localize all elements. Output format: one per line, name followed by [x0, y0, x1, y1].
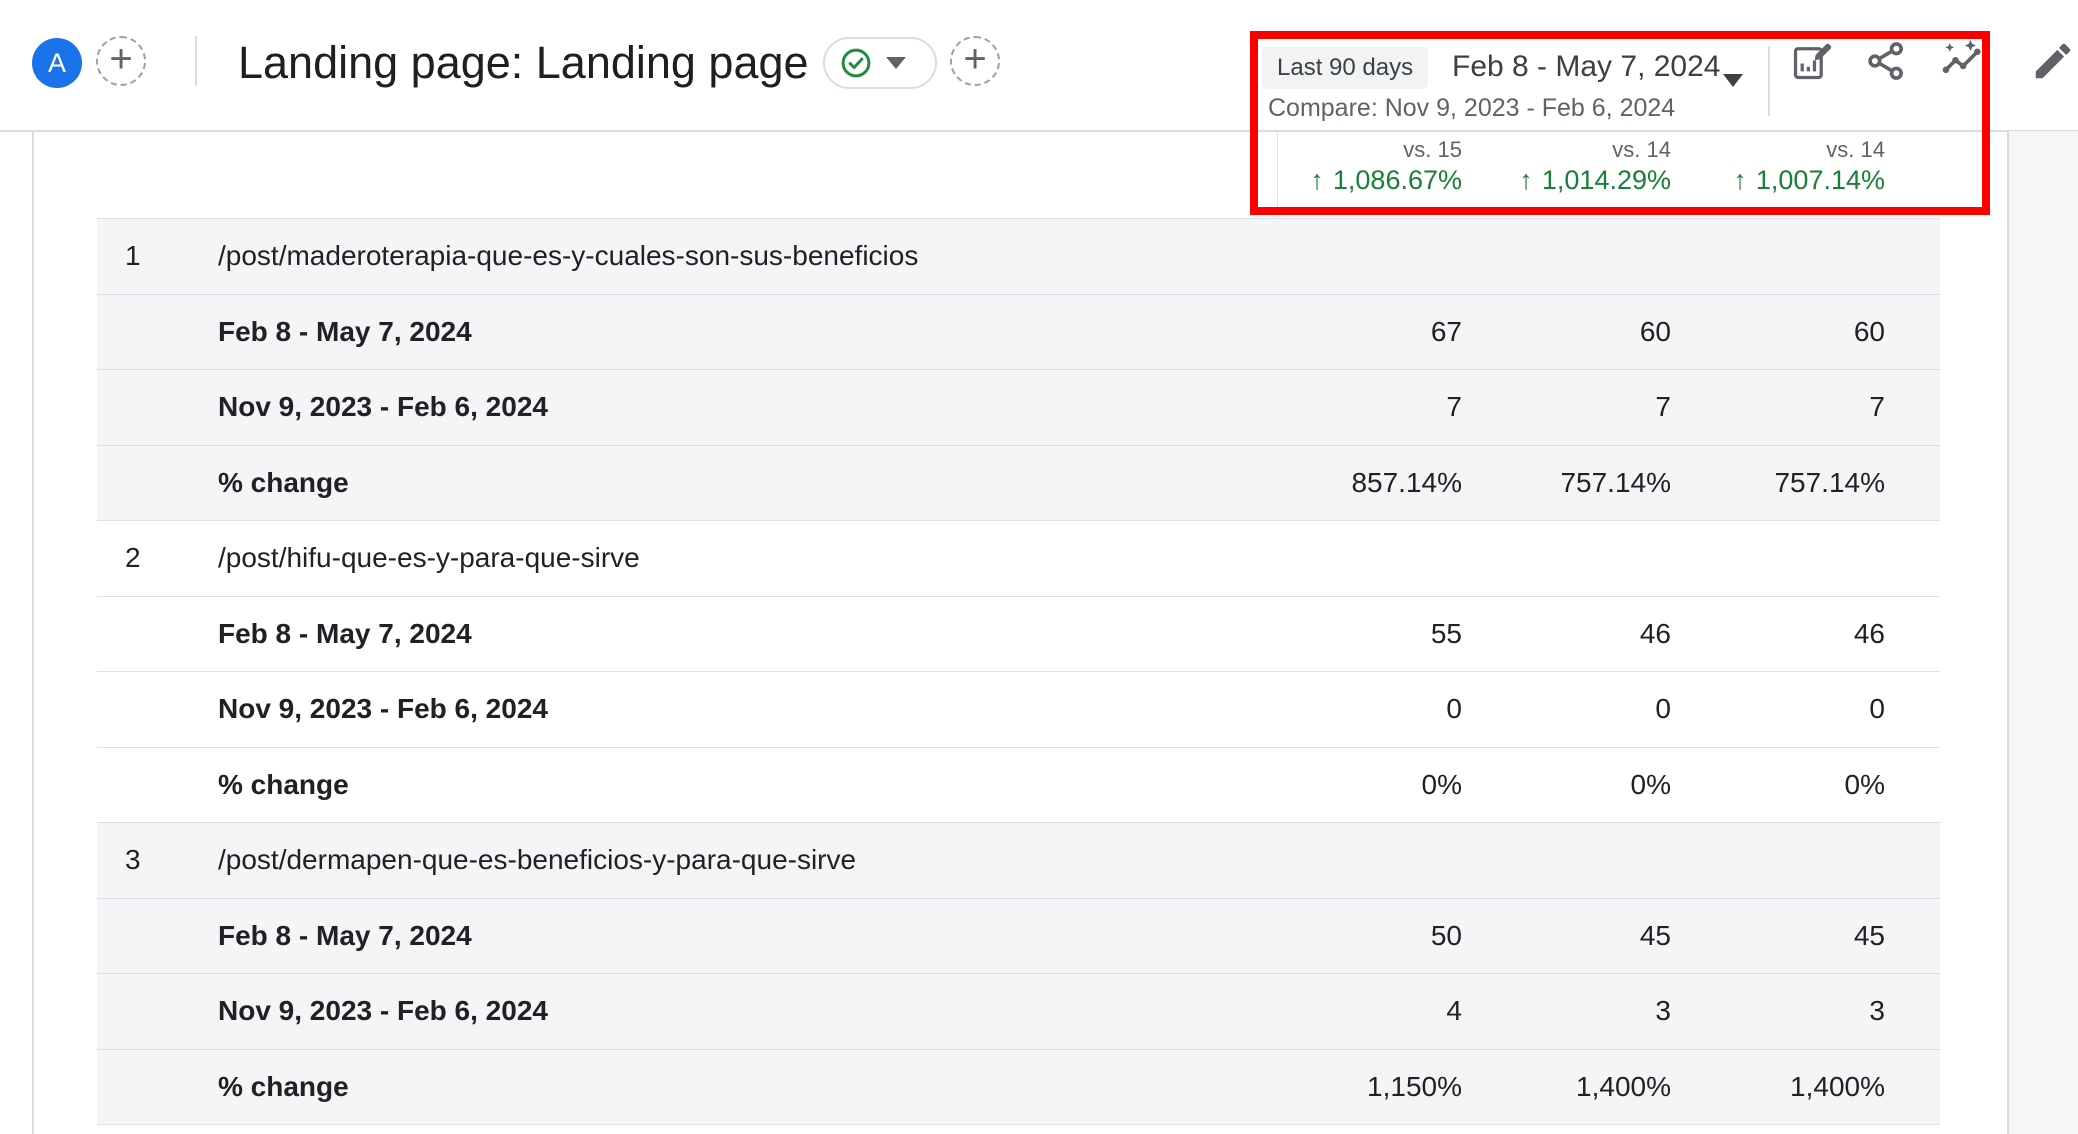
metric-value: 46: [1482, 618, 1692, 650]
check-circle-icon: [838, 45, 874, 81]
totals-vs-label: vs. 14: [1826, 137, 1885, 163]
period-label: Nov 9, 2023 - Feb 6, 2024: [218, 995, 1277, 1027]
period-label: Feb 8 - May 7, 2024: [218, 316, 1277, 348]
metric-value: 7: [1482, 391, 1692, 423]
metric-value: 757.14%: [1482, 467, 1692, 499]
metric-value: 7: [1692, 391, 1940, 423]
metric-value: 0: [1482, 693, 1692, 725]
metric-value: 7: [1277, 391, 1482, 423]
metric-value: 3: [1692, 995, 1940, 1027]
scrollbar-track[interactable]: [2007, 131, 2078, 1134]
table-row: % change 857.14% 757.14% 757.14%: [97, 445, 1940, 521]
table-row: % change 1,150% 1,400% 1,400%: [97, 1049, 1940, 1125]
period-label: Feb 8 - May 7, 2024: [218, 920, 1277, 952]
content-left-border: [32, 131, 34, 1134]
period-label: % change: [218, 1071, 1277, 1103]
period-label: Nov 9, 2023 - Feb 6, 2024: [218, 693, 1277, 725]
checkmark-dropdown-button[interactable]: [823, 37, 937, 89]
metric-value: 3: [1482, 995, 1692, 1027]
table-row: 1 /post/maderoterapia-que-es-y-cuales-so…: [97, 218, 1940, 294]
up-arrow-icon: ↑: [1733, 165, 1747, 195]
metric-value: 50: [1277, 920, 1482, 952]
metric-value: 1,150%: [1277, 1071, 1482, 1103]
date-range-text: Feb 8 - May 7, 2024: [1452, 45, 1720, 89]
date-preset-badge: Last 90 days: [1262, 47, 1428, 89]
period-label: % change: [218, 769, 1277, 801]
table-row: 3 /post/dermapen-que-es-beneficios-y-par…: [97, 822, 1940, 898]
metric-value: 0: [1277, 693, 1482, 725]
totals-change-value: ↑1,007.14%: [1733, 165, 1885, 196]
landing-page-path: /post/hifu-que-es-y-para-que-sirve: [218, 542, 1277, 574]
table-row: Feb 8 - May 7, 2024 67 60 60: [97, 294, 1940, 370]
header-bottom-border: [0, 130, 2078, 132]
toolbar-divider: [1768, 46, 1770, 116]
metric-value: 757.14%: [1692, 467, 1940, 499]
totals-vs-label: vs. 14: [1612, 137, 1671, 163]
metric-value: 60: [1482, 316, 1692, 348]
metric-value: 857.14%: [1277, 467, 1482, 499]
period-label: Feb 8 - May 7, 2024: [218, 618, 1277, 650]
table-row: [97, 1124, 1940, 1134]
metric-value: 60: [1692, 316, 1940, 348]
page-title: Landing page: Landing page: [238, 36, 809, 90]
customize-report-icon: [1789, 38, 1835, 84]
avatar-letter: A: [48, 48, 66, 79]
customize-report-button[interactable]: [1789, 38, 1835, 84]
add-comparison-button[interactable]: +: [96, 36, 146, 86]
table-row: Nov 9, 2023 - Feb 6, 2024 0 0 0: [97, 671, 1940, 747]
row-index: 2: [97, 542, 218, 574]
ga4-report-page: { "header": { "avatar_letter": "A", "plu…: [0, 0, 2078, 1134]
totals-change-value: ↑1,014.29%: [1519, 165, 1671, 196]
plus-icon: +: [109, 39, 132, 79]
compare-date-range-text: Compare: Nov 9, 2023 - Feb 6, 2024: [1268, 92, 1675, 124]
chevron-down-icon: [886, 57, 906, 69]
totals-vs-label: vs. 15: [1403, 137, 1462, 163]
metric-value: 46: [1692, 618, 1940, 650]
edit-pencil-icon: [2030, 38, 2076, 84]
metric-value: 1,400%: [1692, 1071, 1940, 1103]
metric-value: 4: [1277, 995, 1482, 1027]
period-label: Nov 9, 2023 - Feb 6, 2024: [218, 391, 1277, 423]
metric-value: 1,400%: [1482, 1071, 1692, 1103]
edit-button[interactable]: [2030, 38, 2076, 84]
chevron-down-icon: [1723, 74, 1743, 87]
table-row: Nov 9, 2023 - Feb 6, 2024 7 7 7: [97, 369, 1940, 445]
landing-page-path: /post/maderoterapia-que-es-y-cuales-son-…: [218, 240, 1277, 272]
insights-icon: [1939, 38, 1985, 84]
landing-pages-table: 1 /post/maderoterapia-que-es-y-cuales-so…: [97, 218, 1940, 1134]
insights-button[interactable]: [1939, 38, 1985, 84]
metric-value: 0: [1692, 693, 1940, 725]
date-range-picker[interactable]: Last 90 days Feb 8 - May 7, 2024 Compare…: [1255, 40, 1755, 125]
metric-value: 0%: [1277, 769, 1482, 801]
share-icon: [1863, 38, 1909, 84]
up-arrow-icon: ↑: [1519, 165, 1533, 195]
row-index: 1: [97, 240, 218, 272]
table-row: Feb 8 - May 7, 2024 55 46 46: [97, 596, 1940, 672]
table-row: Nov 9, 2023 - Feb 6, 2024 4 3 3: [97, 973, 1940, 1049]
up-arrow-icon: ↑: [1310, 165, 1324, 195]
metric-value: 45: [1482, 920, 1692, 952]
table-row: % change 0% 0% 0%: [97, 747, 1940, 823]
table-row: 2 /post/hifu-que-es-y-para-que-sirve: [97, 520, 1940, 596]
metric-value: 67: [1277, 316, 1482, 348]
avatar[interactable]: A: [32, 38, 82, 88]
totals-change-value: ↑1,086.67%: [1310, 165, 1462, 196]
landing-page-path: /post/dermapen-que-es-beneficios-y-para-…: [218, 844, 1277, 876]
share-button[interactable]: [1863, 38, 1909, 84]
metric-value: 45: [1692, 920, 1940, 952]
table-row: Feb 8 - May 7, 2024 50 45 45: [97, 898, 1940, 974]
period-label: % change: [218, 467, 1277, 499]
header-divider: [195, 36, 197, 86]
metric-value: 0%: [1482, 769, 1692, 801]
add-button[interactable]: +: [950, 36, 1000, 86]
metric-value: 0%: [1692, 769, 1940, 801]
row-index: 3: [97, 844, 218, 876]
metric-value: 55: [1277, 618, 1482, 650]
plus-icon: +: [963, 39, 986, 79]
